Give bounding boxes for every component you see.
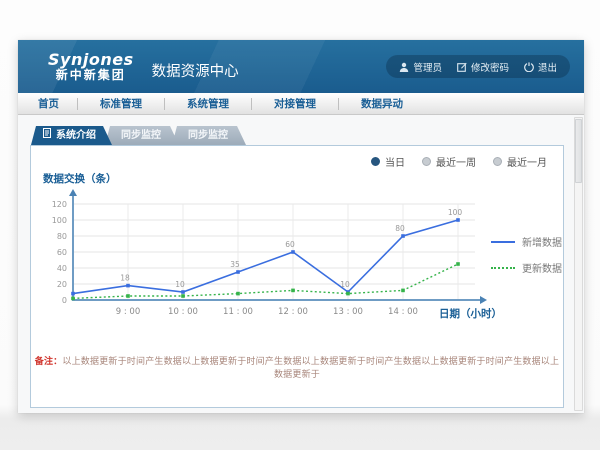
radio-today[interactable]: 当日 bbox=[371, 154, 405, 169]
radio-unselected-icon bbox=[422, 157, 431, 166]
nav-item-home[interactable]: 首页 bbox=[18, 96, 77, 111]
data-point bbox=[236, 270, 240, 274]
data-point-label: 18 bbox=[120, 274, 130, 283]
y-tick-label: 80 bbox=[57, 232, 67, 241]
nav-item-data-change[interactable]: 数据异动 bbox=[339, 96, 425, 111]
x-tick-label: 9 : 00 bbox=[116, 307, 141, 317]
data-point bbox=[71, 292, 75, 296]
company-logo: Synjones 新中新集团 bbox=[48, 51, 134, 82]
y-tick-label: 0 bbox=[62, 296, 67, 305]
legend-item-new-data: 新增数据 bbox=[491, 234, 562, 249]
app-window: Synjones 新中新集团 数据资源中心 管理员 修改密码 bbox=[18, 40, 584, 413]
data-point bbox=[401, 234, 405, 238]
user-icon bbox=[399, 62, 409, 72]
tab-sync-monitor-2[interactable]: 同步监控 bbox=[172, 126, 246, 145]
data-point bbox=[181, 290, 185, 294]
radio-selected-icon bbox=[371, 157, 380, 166]
data-point bbox=[236, 292, 240, 296]
x-axis-title: 日期（小时） bbox=[439, 306, 502, 321]
chart-legend: 新增数据 更新数据 bbox=[491, 234, 562, 275]
data-point-label: 35 bbox=[230, 260, 240, 269]
change-password-label: 修改密码 bbox=[471, 60, 509, 74]
data-point-label: 10 bbox=[175, 280, 185, 289]
x-tick-label: 12 : 00 bbox=[278, 307, 308, 317]
admin-user-label: 管理员 bbox=[413, 60, 442, 74]
page-title: 数据资源中心 bbox=[152, 60, 239, 81]
data-point-label: 60 bbox=[285, 240, 295, 249]
x-tick-label: 13 : 00 bbox=[333, 307, 363, 317]
footnote: 备注：以上数据更新于时间产生数据以上数据更新于时间产生数据以上数据更新于时间产生… bbox=[31, 354, 563, 380]
series-line bbox=[73, 264, 458, 298]
change-password-button[interactable]: 修改密码 bbox=[457, 60, 509, 74]
y-tick-label: 40 bbox=[57, 264, 67, 273]
user-toolbar: 管理员 修改密码 退出 bbox=[386, 55, 570, 78]
data-point bbox=[346, 292, 350, 296]
logout-label: 退出 bbox=[538, 60, 557, 74]
y-tick-label: 100 bbox=[52, 216, 67, 225]
y-axis-title: 数据交换（条） bbox=[43, 171, 117, 186]
screen: Synjones 新中新集团 数据资源中心 管理员 修改密码 bbox=[0, 0, 600, 450]
tab-sync-monitor-1[interactable]: 同步监控 bbox=[105, 126, 179, 145]
tab-system-intro[interactable]: 系统介绍 bbox=[31, 126, 112, 145]
nav-item-standard-mgmt[interactable]: 标准管理 bbox=[78, 96, 164, 111]
date-range-radios: 当日 最近一周 最近一月 bbox=[371, 154, 547, 169]
logout-button[interactable]: 退出 bbox=[524, 60, 557, 74]
power-icon bbox=[524, 62, 534, 72]
data-point bbox=[71, 297, 75, 301]
radio-last-month-label: 最近一月 bbox=[507, 154, 547, 169]
data-point bbox=[456, 218, 460, 222]
legend-label: 更新数据 bbox=[522, 260, 562, 275]
footnote-prefix: 备注： bbox=[35, 357, 63, 367]
x-tick-label: 14 : 00 bbox=[388, 307, 418, 317]
data-point bbox=[291, 289, 295, 293]
document-icon bbox=[43, 126, 51, 145]
data-point bbox=[126, 284, 130, 288]
legend-label: 新增数据 bbox=[522, 234, 562, 249]
tab-label: 系统介绍 bbox=[56, 126, 96, 145]
data-point-label: 80 bbox=[395, 224, 405, 233]
legend-item-update-data: 更新数据 bbox=[491, 260, 562, 275]
x-tick-label: 10 : 00 bbox=[168, 307, 198, 317]
content-area: 系统介绍 同步监控 同步监控 当日 最近一周 bbox=[18, 115, 584, 413]
data-point-label: 10 bbox=[340, 280, 350, 289]
nav-item-interface-mgmt[interactable]: 对接管理 bbox=[252, 96, 338, 111]
data-point bbox=[401, 289, 405, 293]
line-chart: 0 20 40 60 80 100 120 9 : 00 10 : 00 11 : 00 12 : … bbox=[37, 188, 489, 340]
radio-last-week-label: 最近一周 bbox=[436, 154, 476, 169]
vertical-scrollbar[interactable] bbox=[574, 117, 583, 411]
solid-line-icon bbox=[491, 241, 515, 243]
data-point-label: 100 bbox=[448, 208, 463, 217]
logo-text-en: Synjones bbox=[48, 51, 134, 69]
x-axis-arrow-icon bbox=[480, 296, 487, 304]
y-tick-label: 60 bbox=[57, 248, 67, 257]
edit-icon bbox=[457, 62, 467, 72]
data-point bbox=[181, 294, 185, 298]
y-tick-label: 120 bbox=[52, 200, 67, 209]
y-axis-arrow-icon bbox=[69, 189, 77, 196]
scrollbar-thumb[interactable] bbox=[575, 119, 582, 183]
logo-text-cn: 新中新集团 bbox=[48, 69, 134, 82]
radio-last-week[interactable]: 最近一周 bbox=[422, 154, 476, 169]
tab-bar: 系统介绍 同步监控 同步监控 bbox=[31, 126, 246, 145]
radio-last-month[interactable]: 最近一月 bbox=[493, 154, 547, 169]
radio-unselected-icon bbox=[493, 157, 502, 166]
footnote-text: 以上数据更新于时间产生数据以上数据更新于时间产生数据以上数据更新于时间产生数据以… bbox=[62, 357, 559, 380]
x-tick-label: 11 : 00 bbox=[223, 307, 253, 317]
data-point bbox=[126, 294, 130, 298]
data-point bbox=[291, 250, 295, 254]
main-nav: 首页 标准管理 系统管理 对接管理 数据异动 bbox=[18, 93, 584, 115]
nav-item-system-mgmt[interactable]: 系统管理 bbox=[165, 96, 251, 111]
dotted-line-icon bbox=[491, 267, 515, 269]
radio-today-label: 当日 bbox=[385, 154, 405, 169]
admin-user-button[interactable]: 管理员 bbox=[399, 60, 442, 74]
y-tick-label: 20 bbox=[57, 280, 67, 289]
app-header: Synjones 新中新集团 数据资源中心 管理员 修改密码 bbox=[18, 40, 584, 93]
data-point bbox=[456, 262, 460, 266]
chart-panel: 当日 最近一周 最近一月 数据交换（条） 0 20 40 60 80 100 120 9 : … bbox=[30, 145, 564, 408]
